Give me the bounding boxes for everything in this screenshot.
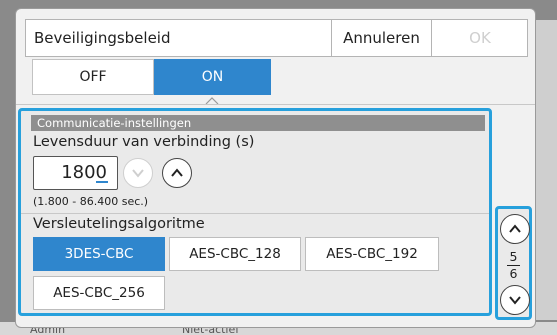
chevron-down-icon [509,296,521,305]
section-header: Communicatie-instellingen [31,115,485,131]
toggle-on-button[interactable]: ON [154,59,271,95]
decrement-button[interactable] [123,158,153,188]
algorithm-aes-cbc-256[interactable]: AES-CBC_256 [33,276,165,310]
communication-settings-panel: Communicatie-instellingen Levensduur van… [18,108,492,316]
cancel-button[interactable]: Annuleren [331,20,431,56]
encryption-label: Versleutelingsalgoritme [33,216,205,232]
divider [16,104,535,105]
algorithm-aes-cbc-128[interactable]: AES-CBC_128 [169,237,301,271]
page-navigator: 5 6 [495,206,532,320]
algorithm-aes-cbc-192[interactable]: AES-CBC_192 [305,237,439,271]
page-down-button[interactable] [500,285,530,315]
dialog-header: Beveiligingsbeleid Annuleren OK [25,19,528,57]
ok-button[interactable]: OK [431,20,528,56]
algorithm-3des-cbc[interactable]: 3DES-CBC [33,237,165,271]
chevron-down-icon [132,169,144,178]
lifetime-input[interactable]: 1800 [33,156,118,190]
chevron-up-icon [509,224,521,233]
lifetime-range: (1.800 - 86.400 sec.) [33,195,149,208]
toggle-off-button[interactable]: OFF [32,59,154,95]
increment-button[interactable] [162,158,192,188]
dialog-title: Beveiligingsbeleid [34,29,171,47]
lifetime-label: Levensduur van verbinding (s) [33,134,255,150]
text-cursor [96,181,108,183]
page-total: 6 [509,266,518,281]
security-policy-dialog: Beveiligingsbeleid Annuleren OK OFF ON C… [15,8,536,328]
lifetime-value: 1800 [61,162,107,183]
page-up-button[interactable] [500,214,530,244]
chevron-up-icon [171,168,183,177]
page-current: 5 [509,249,518,264]
divider [21,213,489,214]
